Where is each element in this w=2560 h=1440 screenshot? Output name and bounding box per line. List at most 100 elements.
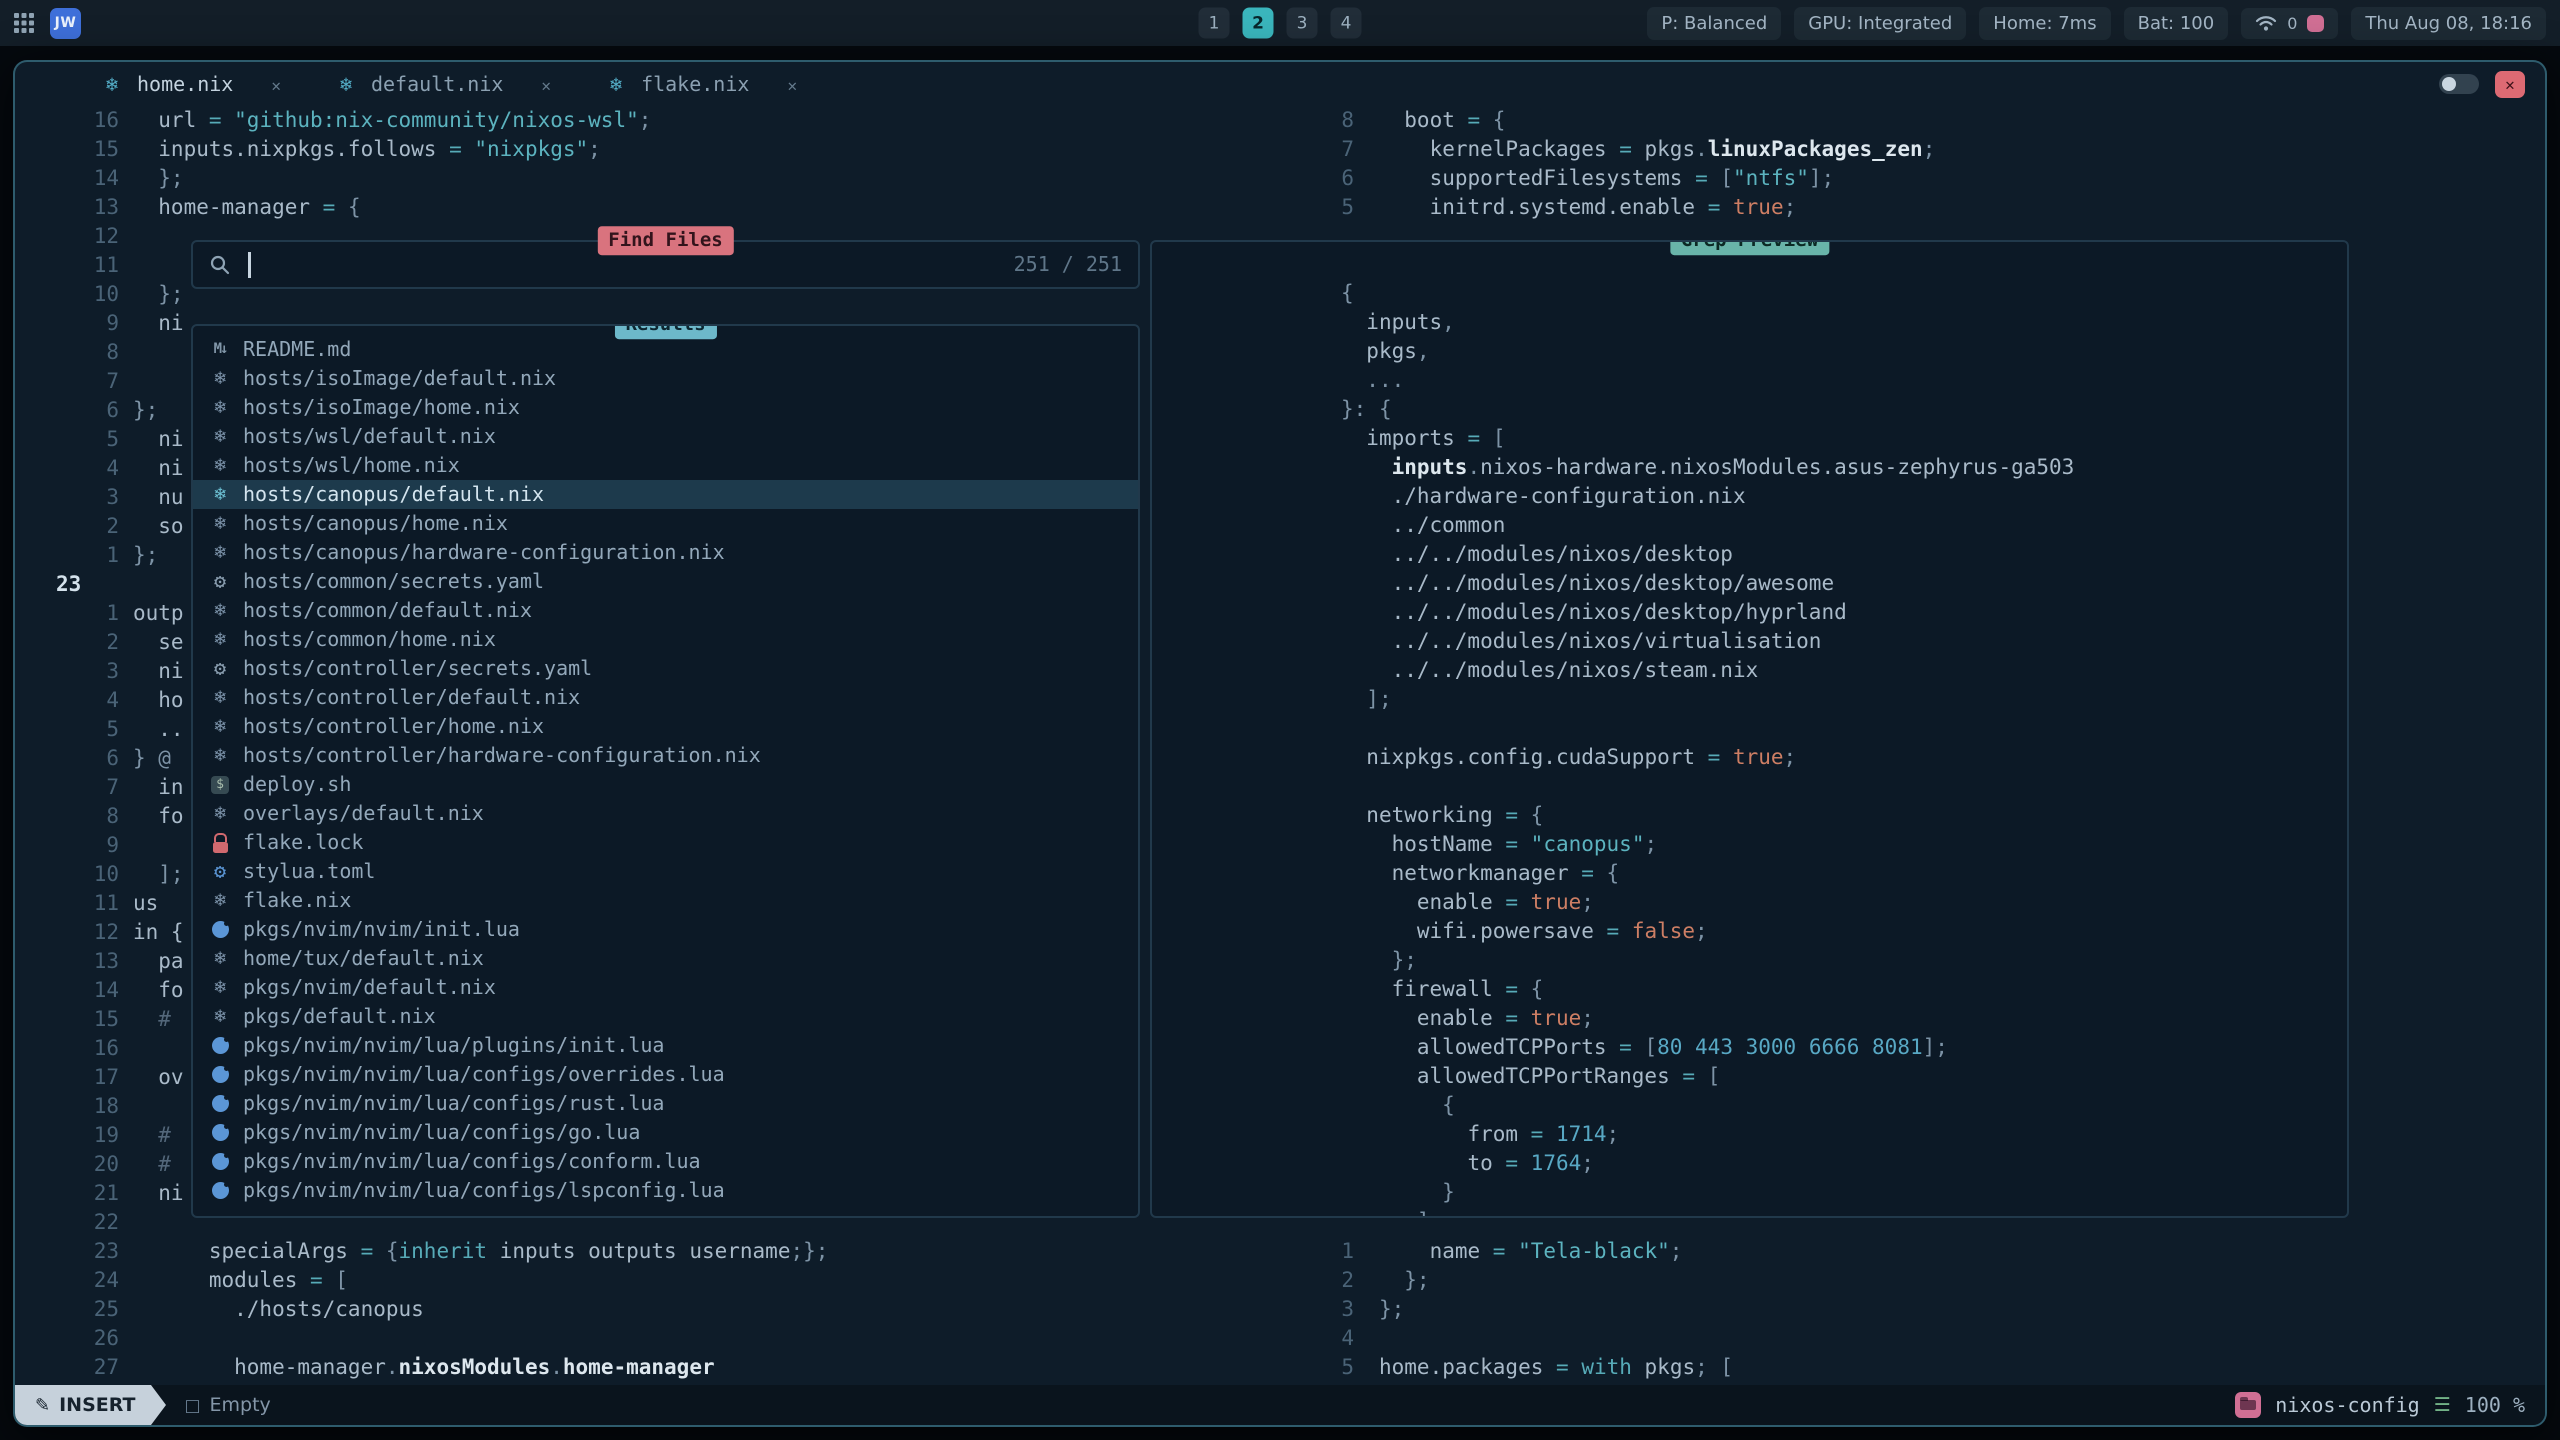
file-path: pkgs/nvim/nvim/lua/configs/conform.lua: [243, 1147, 701, 1176]
logo-badge[interactable]: JW: [50, 8, 81, 39]
file-result-row[interactable]: flake.nix: [193, 886, 1138, 915]
file-result-row[interactable]: pkgs/nvim/nvim/lua/configs/overrides.lua: [193, 1060, 1138, 1089]
code-text: name = "Tela-black";: [1379, 1237, 1682, 1266]
file-result-row[interactable]: hosts/common/home.nix: [193, 625, 1138, 654]
code-line: 8 boot = {: [1250, 106, 1935, 135]
preview-line: networking = {: [1164, 772, 2347, 801]
file-type-icon: [207, 627, 233, 653]
file-result-row[interactable]: hosts/isoImage/default.nix: [193, 364, 1138, 393]
clock: Thu Aug 08, 18:16: [2351, 7, 2546, 40]
file-result-row[interactable]: stylua.toml: [193, 857, 1138, 886]
editor-tab[interactable]: home.nix: [73, 62, 307, 106]
tab-close-icon[interactable]: [541, 72, 551, 96]
file-result-row[interactable]: pkgs/nvim/nvim/lua/configs/rust.lua: [193, 1089, 1138, 1118]
file-path: hosts/isoImage/default.nix: [243, 364, 556, 393]
code-text: so: [133, 512, 184, 541]
line-number: 17: [15, 1063, 119, 1092]
workspace-button[interactable]: 3: [1287, 8, 1318, 39]
line-number: 22: [15, 1208, 119, 1237]
file-type-icon: [207, 337, 233, 363]
line-number: 6: [15, 744, 119, 773]
code-line: 6 supportedFilesystems = ["ntfs"];: [1250, 164, 1935, 193]
file-path: flake.nix: [243, 886, 351, 915]
code-text: networking = {: [1341, 803, 1543, 827]
file-result-row[interactable]: pkgs/nvim/nvim/lua/configs/conform.lua: [193, 1147, 1138, 1176]
file-path: hosts/canopus/home.nix: [243, 509, 508, 538]
editor-tab[interactable]: default.nix: [307, 62, 577, 106]
statusline: INSERT Empty nixos-config 100 %: [15, 1385, 2545, 1425]
file-result-row[interactable]: pkgs/nvim/nvim/init.lua: [193, 915, 1138, 944]
file-result-row[interactable]: hosts/controller/home.nix: [193, 712, 1138, 741]
code-text: fo: [133, 976, 184, 1005]
file-result-row[interactable]: hosts/common/default.nix: [193, 596, 1138, 625]
file-result-row[interactable]: hosts/canopus/default.nix: [193, 480, 1138, 509]
code-text: kernelPackages = pkgs.linuxPackages_zen;: [1379, 135, 1935, 164]
code-text: nu: [133, 483, 184, 512]
file-result-row[interactable]: hosts/common/secrets.yaml: [193, 567, 1138, 596]
file-type-icon: [207, 859, 233, 885]
line-number: 16: [15, 106, 119, 135]
file-list: README.md hosts/isoImage/default.nix hos…: [193, 326, 1138, 1205]
search-icon: [209, 254, 231, 276]
line-number: 10: [15, 860, 119, 889]
file-type-icon: [207, 540, 233, 566]
editor-tab[interactable]: flake.nix: [577, 62, 823, 106]
app-launcher-icon[interactable]: [14, 13, 34, 33]
tabs: home.nix default.nix flake.nix: [73, 62, 823, 106]
line-number: 21: [15, 1179, 119, 1208]
file-result-row[interactable]: hosts/wsl/default.nix: [193, 422, 1138, 451]
file-result-row[interactable]: pkgs/nvim/default.nix: [193, 973, 1138, 1002]
file-type-icon: [207, 424, 233, 450]
file-result-row[interactable]: hosts/canopus/home.nix: [193, 509, 1138, 538]
find-files-prompt[interactable]: Find Files 251 / 251: [191, 240, 1140, 289]
file-path: hosts/controller/home.nix: [243, 712, 544, 741]
file-result-row[interactable]: hosts/controller/hardware-configuration.…: [193, 741, 1138, 770]
file-result-row[interactable]: README.md: [193, 335, 1138, 364]
status-pill: Bat: 100: [2124, 7, 2229, 40]
file-result-row[interactable]: flake.lock: [193, 828, 1138, 857]
file-type-icon: [207, 1178, 233, 1204]
code-text: ..: [133, 715, 184, 744]
file-result-row[interactable]: hosts/controller/secrets.yaml: [193, 654, 1138, 683]
file-path: hosts/common/default.nix: [243, 596, 532, 625]
tab-close-icon[interactable]: [271, 72, 281, 96]
right-split-bottom: 1 name = "Tela-black"; 2 }; 3 }; 4: [1250, 1237, 1733, 1382]
line-number: 2: [15, 628, 119, 657]
window-toggle[interactable]: [2439, 74, 2479, 94]
file-type-icon: [207, 685, 233, 711]
line-number: 13: [15, 947, 119, 976]
file-path: hosts/common/secrets.yaml: [243, 567, 544, 596]
editor-area: 16 url = "github:nix-community/nixos-wsl…: [15, 106, 2545, 1385]
workspace-button[interactable]: 4: [1331, 8, 1362, 39]
tab-close-icon[interactable]: [787, 72, 797, 96]
buffer-icon: [184, 1394, 200, 1416]
file-result-row[interactable]: overlays/default.nix: [193, 799, 1138, 828]
line-number: 18: [15, 1092, 119, 1121]
workspace-button[interactable]: 1: [1199, 8, 1230, 39]
file-result-row[interactable]: pkgs/default.nix: [193, 1002, 1138, 1031]
code-text: ./hardware-configuration.nix: [1341, 484, 1746, 508]
file-result-row[interactable]: home/tux/default.nix: [193, 944, 1138, 973]
file-path: hosts/isoImage/home.nix: [243, 393, 520, 422]
code-text: home.packages = with pkgs; [: [1379, 1353, 1733, 1382]
code-line: 16 url = "github:nix-community/nixos-wsl…: [15, 106, 828, 135]
file-result-row[interactable]: hosts/canopus/hardware-configuration.nix: [193, 538, 1138, 567]
window-controls: [2439, 71, 2545, 98]
file-result-row[interactable]: pkgs/nvim/nvim/lua/plugins/init.lua: [193, 1031, 1138, 1060]
file-result-row[interactable]: pkgs/nvim/nvim/lua/configs/go.lua: [193, 1118, 1138, 1147]
code-text: to = 1764;: [1341, 1151, 1594, 1175]
file-result-row[interactable]: pkgs/nvim/nvim/lua/configs/lspconfig.lua: [193, 1176, 1138, 1205]
color-indicator-icon: [2307, 15, 2324, 32]
line-number: 11: [15, 251, 119, 280]
file-result-row[interactable]: deploy.sh: [193, 770, 1138, 799]
topbar-right: P: Balanced GPU: Integrated Home: 7ms Ba…: [1647, 7, 2546, 40]
workspace-button[interactable]: 2: [1243, 8, 1274, 39]
file-result-row[interactable]: hosts/controller/default.nix: [193, 683, 1138, 712]
window-close-button[interactable]: [2495, 71, 2525, 98]
line-number: 19: [15, 1121, 119, 1150]
file-result-row[interactable]: hosts/wsl/home.nix: [193, 451, 1138, 480]
system-tray[interactable]: 0: [2241, 8, 2338, 39]
line-number: 15: [15, 135, 119, 164]
file-result-row[interactable]: hosts/isoImage/home.nix: [193, 393, 1138, 422]
line-number: 3: [1250, 1295, 1354, 1324]
